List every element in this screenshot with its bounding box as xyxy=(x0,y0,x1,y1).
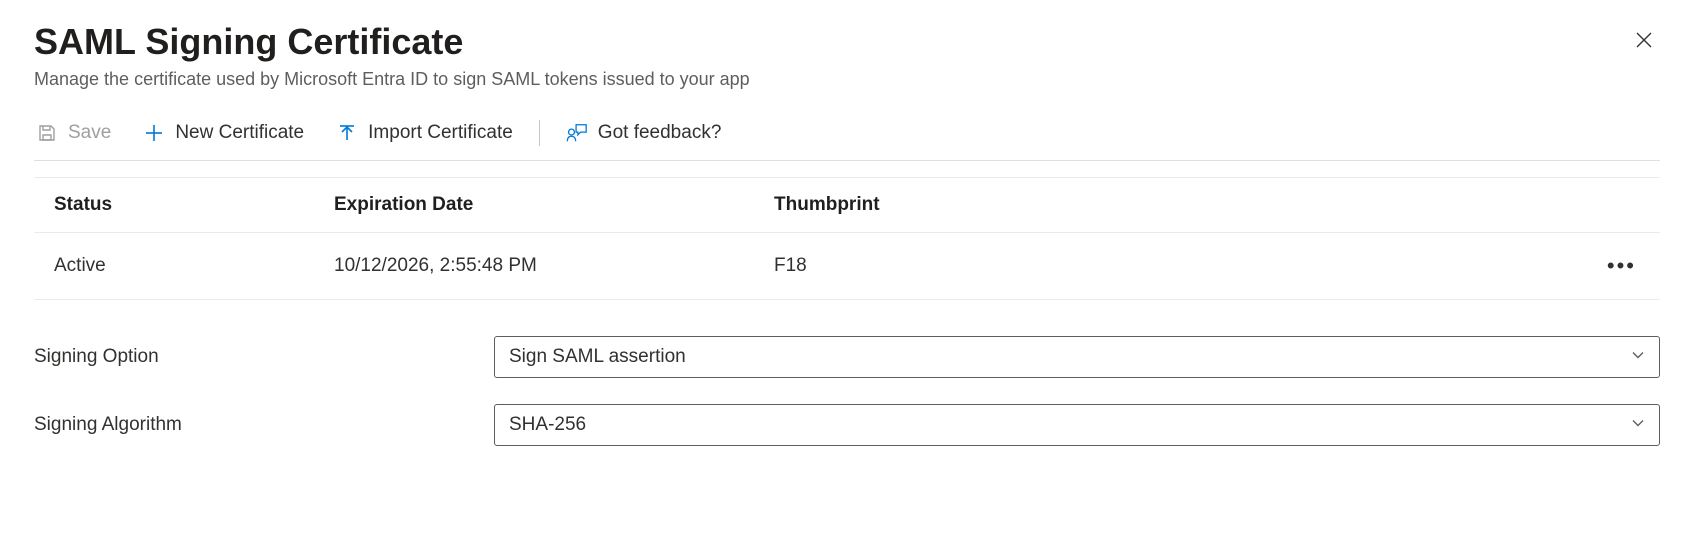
column-header-expiration: Expiration Date xyxy=(334,194,774,216)
save-icon xyxy=(36,122,58,144)
close-button[interactable] xyxy=(1628,24,1660,59)
cell-expiration: 10/12/2026, 2:55:48 PM xyxy=(334,255,774,277)
close-icon xyxy=(1634,30,1654,53)
signing-option-value: Sign SAML assertion xyxy=(509,346,686,368)
table-header: Status Expiration Date Thumbprint xyxy=(34,177,1660,233)
column-header-status: Status xyxy=(54,194,334,216)
row-more-button[interactable]: ••• xyxy=(1603,249,1640,283)
feedback-icon xyxy=(566,122,588,144)
new-certificate-label: New Certificate xyxy=(175,122,304,144)
page-title: SAML Signing Certificate xyxy=(34,20,750,63)
more-icon: ••• xyxy=(1607,253,1636,278)
import-certificate-button[interactable]: Import Certificate xyxy=(334,118,515,148)
cell-status: Active xyxy=(54,255,334,277)
new-certificate-button[interactable]: New Certificate xyxy=(141,118,306,148)
table-row: Active 10/12/2026, 2:55:48 PM F18 ••• xyxy=(34,233,1660,300)
form-section: Signing Option Sign SAML assertion Signi… xyxy=(34,336,1660,446)
save-button: Save xyxy=(34,118,113,148)
import-certificate-label: Import Certificate xyxy=(368,122,513,144)
page-subtitle: Manage the certificate used by Microsoft… xyxy=(34,69,750,90)
signing-option-select[interactable]: Sign SAML assertion xyxy=(494,336,1660,378)
cell-thumbprint: F18 xyxy=(774,255,1580,277)
toolbar-separator xyxy=(539,120,540,146)
signing-algorithm-label: Signing Algorithm xyxy=(34,414,494,436)
toolbar: Save New Certificate Import Certificate xyxy=(34,118,1660,161)
certificates-table: Status Expiration Date Thumbprint Active… xyxy=(34,177,1660,300)
plus-icon xyxy=(143,122,165,144)
feedback-label: Got feedback? xyxy=(598,122,722,144)
signing-algorithm-value: SHA-256 xyxy=(509,414,586,436)
signing-algorithm-select[interactable]: SHA-256 xyxy=(494,404,1660,446)
column-header-thumbprint: Thumbprint xyxy=(774,194,1580,216)
signing-option-label: Signing Option xyxy=(34,346,494,368)
save-label: Save xyxy=(68,122,111,144)
import-icon xyxy=(336,122,358,144)
feedback-button[interactable]: Got feedback? xyxy=(564,118,724,148)
